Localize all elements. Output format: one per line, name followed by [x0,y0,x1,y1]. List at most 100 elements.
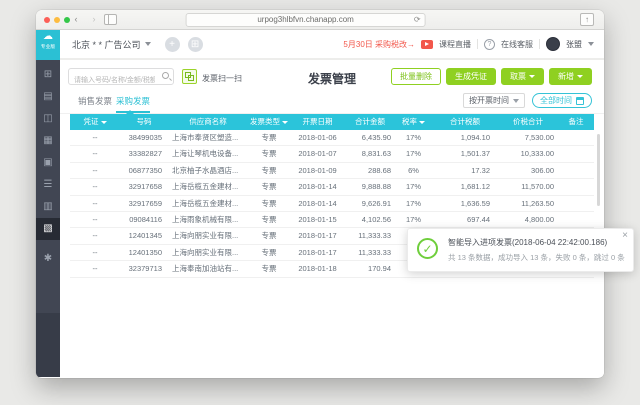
table-cell: 2018-01-09 [290,163,345,178]
table-cell: 2018-01-14 [290,196,345,211]
invoice-scan-label[interactable]: 发票扫一扫 [202,73,242,84]
column-header: 合计税额 [432,114,498,130]
browser-window: ‹ › urpog3hlbfvn.chanapp.com ⟳ ↑ ☁ 专业版 ⊞… [36,10,604,378]
invoice-toolbar: 发票扫一扫 发票管理 批量删除 生成凭证 取票 新增 [60,62,604,92]
table-cell: 38499035 [120,130,168,145]
promo-banner[interactable]: 5月30日 采购税改→ [343,39,415,50]
search-input[interactable] [69,73,155,88]
user-menu-chevron-icon[interactable] [588,42,594,46]
table-cell: -- [70,130,120,145]
reload-icon[interactable]: ⟳ [414,14,421,26]
table-row[interactable]: --33382827上海让琴机电设备...专票2018-01-078,831.6… [70,146,594,162]
sidebar-toggle-icon[interactable] [104,14,117,25]
column-header: 价税合计 [498,114,558,130]
url-text: urpog3hlbfvn.chanapp.com [257,15,354,24]
table-cell: 9,626.91 [345,196,395,211]
edition-label: 专业版 [38,45,57,50]
online-support-link[interactable]: 在线客服 [501,39,533,50]
table-cell: 上海市奉贤区塑造... [168,130,248,145]
table-cell: 7,530.00 [498,130,558,145]
close-icon[interactable]: × [622,230,628,241]
sidebar-item-dashboard-icon[interactable]: ⊞ [36,64,60,86]
sidebar-item-reports-icon[interactable]: ▣ [36,152,60,174]
column-header[interactable]: 税率 [395,114,432,130]
company-selector[interactable]: 北京 * * 广告公司 [72,38,151,51]
table-cell: 32379713 [120,261,168,276]
company-name: 北京 * * 广告公司 [72,38,141,51]
sidebar-item-funds-icon[interactable]: ☰ [36,174,60,196]
fetch-invoice-button[interactable]: 取票 [501,68,544,85]
table-row[interactable]: --06877350北京柚子水晶酒店...专票2018-01-09288.686… [70,163,594,179]
sidebar-item-voucher-icon[interactable]: ▤ [36,86,60,108]
table-cell: 专票 [248,212,290,227]
tab-sales-invoice[interactable]: 销售发票 [78,95,112,111]
live-tv-icon [421,40,433,49]
table-cell: 17% [395,196,432,211]
table-cell: 1,636.59 [432,196,498,211]
generate-voucher-button[interactable]: 生成凭证 [446,68,496,85]
table-cell: 上海雨象机械有限... [168,212,248,227]
table-cell: 2018-01-14 [290,179,345,194]
table-cell [558,212,594,227]
table-cell: 1,094.10 [432,130,498,145]
fetch-invoice-label: 取票 [510,72,526,81]
table-cell [558,179,594,194]
invoice-tabs: 销售发票 采购发票 按开票时间 全部时间 [60,92,604,114]
qr-scan-icon[interactable] [182,69,197,84]
table-row[interactable]: --32917659上海岳榄五金建材...专票2018-01-149,626.9… [70,196,594,212]
table-cell: 专票 [248,163,290,178]
app-root: ☁ 专业版 ⊞▤◫▦▣☰▥▧✱ 北京 * * 广告公司 + ⊞ 5月30日 采购… [36,30,604,377]
sidebar-item-checkout-icon[interactable]: ▦ [36,130,60,152]
table-cell: 北京柚子水晶酒店... [168,163,248,178]
table-cell: 697.44 [432,212,498,227]
sidebar-item-ledger-icon[interactable]: ◫ [36,108,60,130]
batch-delete-button[interactable]: 批量删除 [391,68,441,85]
app-topbar: 北京 * * 广告公司 + ⊞ 5月30日 采购税改→ 课程直播 ? 在线客服 … [60,30,604,60]
table-cell: 上海让琴机电设备... [168,146,248,161]
table-cell: 09084116 [120,212,168,227]
app-logo[interactable]: ☁ 专业版 [36,30,60,60]
sidebar-item-salary-icon[interactable]: ▥ [36,196,60,218]
table-cell: -- [70,146,120,161]
search-icon[interactable] [162,72,169,79]
close-window-icon[interactable] [44,17,50,23]
table-cell: -- [70,261,120,276]
column-header[interactable]: 凭证 [70,114,120,130]
sort-by-select[interactable]: 按开票时间 [463,93,525,108]
column-header[interactable]: 发票类型 [248,114,290,130]
table-scrollbar[interactable] [597,134,600,206]
sort-caret-icon [419,121,425,124]
sort-caret-icon [101,121,107,124]
sidebar-bottom-panel [36,313,60,377]
sort-caret-icon [282,121,288,124]
help-icon: ? [484,39,495,50]
table-cell: 17% [395,146,432,161]
live-course-link[interactable]: 课程直播 [439,39,471,50]
date-range-filter[interactable]: 全部时间 [532,93,592,108]
table-row[interactable]: --38499035上海市奉贤区塑造...专票2018-01-066,435.9… [70,130,594,146]
add-new-button[interactable]: 新增 [549,68,592,85]
share-icon[interactable]: ↑ [580,13,594,26]
add-account-icon[interactable]: + [165,37,180,52]
address-bar[interactable]: urpog3hlbfvn.chanapp.com ⟳ [186,13,426,27]
minimize-window-icon[interactable] [54,17,60,23]
table-cell: 8,831.63 [345,146,395,161]
table-filters: 按开票时间 全部时间 [463,93,592,108]
avatar[interactable] [546,37,560,51]
table-cell [558,163,594,178]
forward-icon[interactable]: › [88,13,100,26]
success-check-icon: ✓ [417,238,438,259]
table-cell: 32917658 [120,179,168,194]
table-row[interactable]: --09084116上海雨象机械有限...专票2018-01-154,102.5… [70,212,594,228]
cloud-logo-icon: ☁ [36,30,60,44]
user-name[interactable]: 张盟 [566,39,582,50]
table-cell: 2018-01-07 [290,146,345,161]
sidebar-item-settings-icon[interactable]: ✱ [36,248,60,270]
back-icon[interactable]: ‹ [70,13,82,26]
import-success-toast: ✓ 智能导入进项发票(2018-06-04 22:42:00.186) 共 13… [407,228,634,272]
table-row[interactable]: --32917658上海岳榄五金建材...专票2018-01-149,888.8… [70,179,594,195]
apps-grid-icon[interactable]: ⊞ [188,37,203,52]
table-cell: 6% [395,163,432,178]
sidebar-item-invoice-icon[interactable]: ▧ [36,218,60,240]
table-cell: 4,800.00 [498,212,558,227]
